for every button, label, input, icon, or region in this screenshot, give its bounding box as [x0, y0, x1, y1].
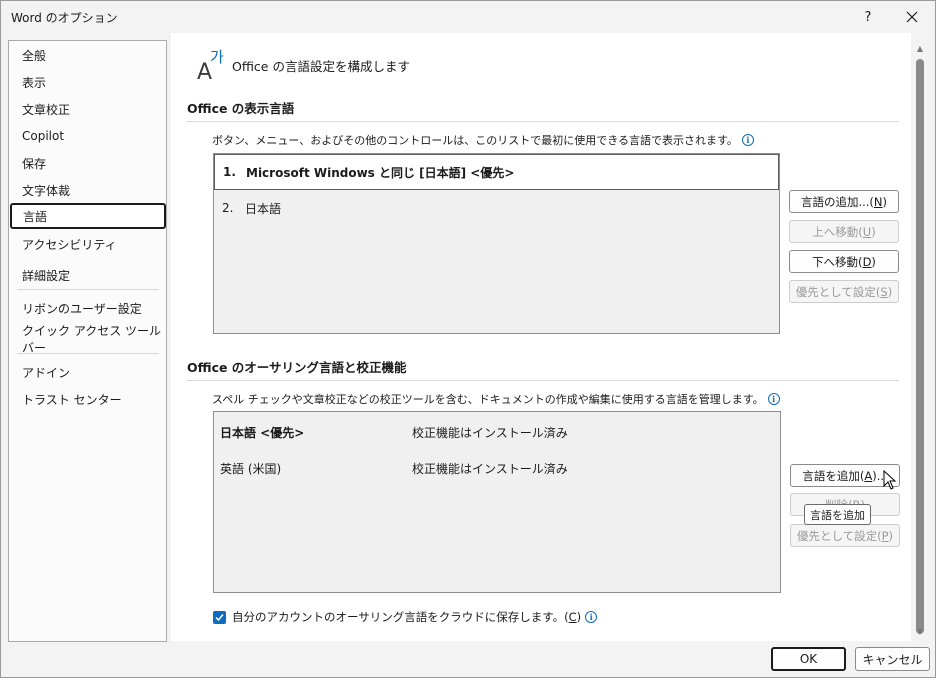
cloud-save-option[interactable]: 自分のアカウントのオーサリング言語をクラウドに保存します。(C) i: [213, 609, 598, 625]
move-down-button[interactable]: 下へ移動(D): [789, 250, 899, 273]
list-item-label: 日本語: [245, 201, 282, 216]
sidebar-item-typography[interactable]: 文字体裁: [9, 177, 166, 203]
sidebar-item-accessibility[interactable]: アクセシビリティ: [9, 231, 166, 257]
ok-button[interactable]: OK: [771, 647, 846, 671]
display-language-list[interactable]: 1. Microsoft Windows と同じ [日本語] <優先> 2. 日…: [213, 153, 780, 334]
sidebar-item-display[interactable]: 表示: [9, 69, 166, 95]
proofing-language-heading: Office のオーサリング言語と校正機能: [187, 360, 407, 375]
content-pane: A 가 Office の言語設定を構成します Office の表示言語 ボタン、…: [171, 33, 911, 641]
cloud-save-label: 自分のアカウントのオーサリング言語をクラウドに保存します。(C): [232, 610, 582, 624]
section-divider: [187, 380, 899, 381]
display-language-description-text: ボタン、メニュー、およびその他のコントロールは、このリストで最初に使用できる言語…: [212, 134, 738, 147]
help-button[interactable]: ?: [846, 5, 890, 29]
display-language-heading: Office の表示言語: [187, 101, 295, 116]
section-divider: [187, 121, 899, 122]
scroll-down-icon[interactable]: ▼: [915, 627, 925, 637]
close-button[interactable]: [890, 5, 934, 29]
content-scrollbar[interactable]: ▲ ▼: [913, 41, 927, 639]
list-item-number: 2.: [222, 201, 234, 215]
cancel-button[interactable]: キャンセル: [855, 647, 930, 671]
move-up-button[interactable]: 上へ移動(U): [789, 220, 899, 243]
sidebar-item-customize-ribbon[interactable]: リボンのユーザー設定: [9, 295, 166, 321]
proofing-language-item[interactable]: 日本語 <優先> 校正機能はインストール済み: [220, 424, 568, 441]
sidebar: 全般 表示 文章校正 Copilot 保存 文字体裁 言語 アクセシビリティ 詳…: [8, 40, 167, 642]
scroll-up-icon[interactable]: ▲: [915, 44, 925, 54]
cloud-save-checkbox[interactable]: [213, 610, 226, 624]
list-item-label: Microsoft Windows と同じ [日本語] <優先>: [246, 165, 515, 180]
sidebar-divider: [17, 289, 159, 290]
display-language-item[interactable]: 2. 日本語: [214, 190, 779, 226]
sidebar-item-save[interactable]: 保存: [9, 150, 166, 176]
sidebar-item-quick-access-toolbar[interactable]: クイック アクセス ツール バー: [9, 324, 166, 355]
svg-text:가: 가: [210, 48, 224, 66]
scroll-thumb[interactable]: [916, 59, 924, 634]
set-preferred-proofing-button[interactable]: 優先として設定(P): [790, 524, 900, 547]
mouse-cursor-icon: [883, 470, 897, 490]
info-icon[interactable]: i: [767, 393, 780, 405]
proofing-language-description-text: スペル チェックや文章校正などの校正ツールを含む、ドキュメントの作成や編集に使用…: [212, 393, 764, 406]
window-title: Word のオプション: [11, 11, 118, 25]
proofing-language-list[interactable]: 日本語 <優先> 校正機能はインストール済み 英語 (米国) 校正機能はインスト…: [213, 411, 781, 593]
list-item-status: 校正機能はインストール済み: [412, 462, 568, 476]
add-display-language-button[interactable]: 言語の追加...(N): [789, 190, 899, 213]
sidebar-item-language[interactable]: 言語: [10, 203, 166, 229]
set-preferred-display-button[interactable]: 優先として設定(S): [789, 280, 899, 303]
list-item-status: 校正機能はインストール済み: [412, 426, 568, 440]
sidebar-item-copilot[interactable]: Copilot: [9, 123, 166, 149]
list-item-number: 1.: [223, 165, 236, 179]
proofing-language-item[interactable]: 英語 (米国) 校正機能はインストール済み: [220, 460, 568, 477]
display-language-description: ボタン、メニュー、およびその他のコントロールは、このリストで最初に使用できる言語…: [212, 132, 754, 148]
list-item-label: 英語 (米国): [220, 462, 282, 476]
language-icon: A 가: [197, 48, 224, 81]
options-dialog: Word のオプション ? 全般 表示 文章校正 Copilot 保存 文字体裁…: [0, 0, 936, 678]
sidebar-divider: [17, 353, 159, 354]
display-language-item[interactable]: 1. Microsoft Windows と同じ [日本語] <優先>: [214, 154, 779, 190]
sidebar-item-proofing[interactable]: 文章校正: [9, 96, 166, 122]
list-item-label: 日本語 <優先>: [220, 426, 305, 440]
add-language-tooltip: 言語を追加: [804, 504, 871, 525]
sidebar-item-addins[interactable]: アドイン: [9, 359, 166, 385]
check-icon: [215, 613, 224, 621]
sidebar-item-advanced[interactable]: 詳細設定: [9, 262, 166, 288]
close-icon: [906, 11, 918, 23]
sidebar-item-trust-center[interactable]: トラスト センター: [9, 386, 166, 412]
sidebar-item-general[interactable]: 全般: [9, 42, 166, 68]
info-icon[interactable]: i: [585, 611, 598, 623]
info-icon[interactable]: i: [741, 134, 754, 146]
proofing-language-description: スペル チェックや文章校正などの校正ツールを含む、ドキュメントの作成や編集に使用…: [212, 391, 780, 407]
title-bar: Word のオプション ?: [1, 1, 935, 33]
page-title: Office の言語設定を構成します: [232, 59, 410, 74]
